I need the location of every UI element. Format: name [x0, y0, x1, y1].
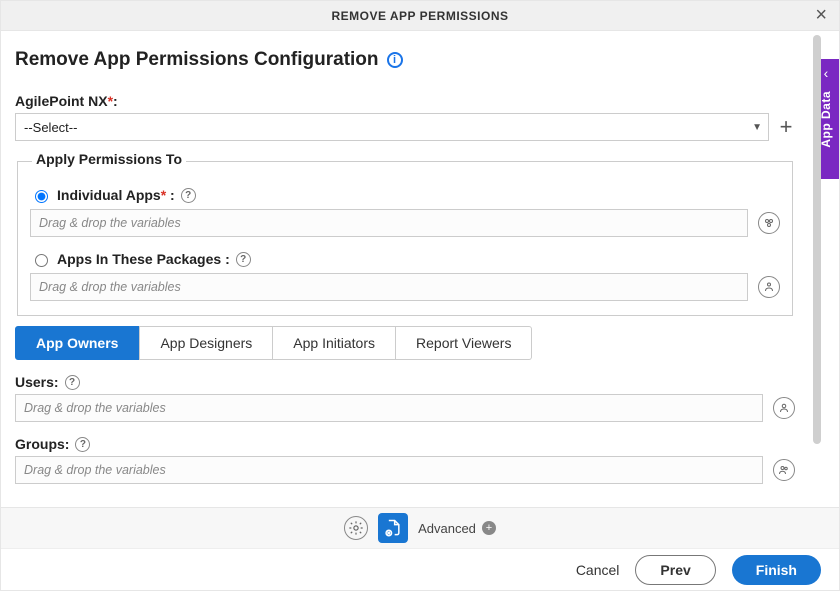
radio-apps-in-packages-label: Apps In These Packages : [57, 251, 230, 267]
titlebar: REMOVE APP PERMISSIONS × [1, 1, 839, 31]
help-icon[interactable]: ? [75, 437, 90, 452]
radio-individual-apps[interactable] [35, 190, 48, 203]
chevron-down-icon: ▼ [752, 122, 762, 133]
scrollbar[interactable] [813, 35, 821, 500]
dialog-actions: Cancel Prev Finish [1, 548, 839, 590]
apply-permissions-legend: Apply Permissions To [32, 151, 186, 167]
groups-label: Groups: ? [15, 436, 795, 452]
tab-app-owners[interactable]: App Owners [15, 326, 139, 360]
variable-map-icon[interactable] [378, 513, 408, 543]
toolbar: Advanced + [1, 507, 839, 548]
tab-report-viewers[interactable]: Report Viewers [396, 326, 532, 360]
advanced-toggle[interactable]: Advanced + [418, 521, 496, 536]
variable-picker-icon[interactable] [758, 276, 780, 298]
radio-individual-apps-label: Individual Apps* : [57, 187, 175, 203]
agilepoint-select[interactable]: --Select-- ▼ [15, 113, 769, 141]
users-label: Users: ? [15, 374, 795, 390]
agilepoint-label: AgilePoint NX*: [15, 93, 795, 109]
help-icon[interactable]: ? [181, 188, 196, 203]
finish-button[interactable]: Finish [732, 555, 821, 585]
gear-icon[interactable] [344, 516, 368, 540]
user-picker-icon[interactable] [773, 397, 795, 419]
tab-app-designers[interactable]: App Designers [139, 326, 273, 360]
page-title: Remove App Permissions Configuration [15, 49, 379, 71]
group-picker-icon[interactable] [773, 459, 795, 481]
cancel-button[interactable]: Cancel [576, 562, 620, 578]
role-tabs: App Owners App Designers App Initiators … [15, 326, 795, 360]
tab-app-initiators[interactable]: App Initiators [273, 326, 396, 360]
help-icon[interactable]: ? [236, 252, 251, 267]
users-input[interactable]: Drag & drop the variables [15, 394, 763, 422]
variable-picker-icon[interactable] [758, 212, 780, 234]
sidebar-tab-label: App Data [819, 91, 833, 148]
individual-apps-input[interactable]: Drag & drop the variables [30, 209, 748, 237]
radio-apps-in-packages[interactable] [35, 254, 48, 267]
dialog-title: REMOVE APP PERMISSIONS [331, 9, 508, 23]
agilepoint-selected-value: --Select-- [24, 120, 77, 135]
help-icon[interactable]: ? [65, 375, 80, 390]
plus-icon: + [482, 521, 496, 535]
groups-input[interactable]: Drag & drop the variables [15, 456, 763, 484]
apply-permissions-fieldset: Apply Permissions To Individual Apps* : … [17, 153, 793, 316]
advanced-label: Advanced [418, 521, 476, 536]
add-connection-button[interactable]: + [777, 116, 795, 138]
info-icon[interactable]: i [387, 52, 403, 68]
chevron-left-icon: ‹ [824, 65, 829, 81]
packages-input[interactable]: Drag & drop the variables [30, 273, 748, 301]
close-icon[interactable]: × [809, 3, 833, 27]
prev-button[interactable]: Prev [635, 555, 715, 585]
